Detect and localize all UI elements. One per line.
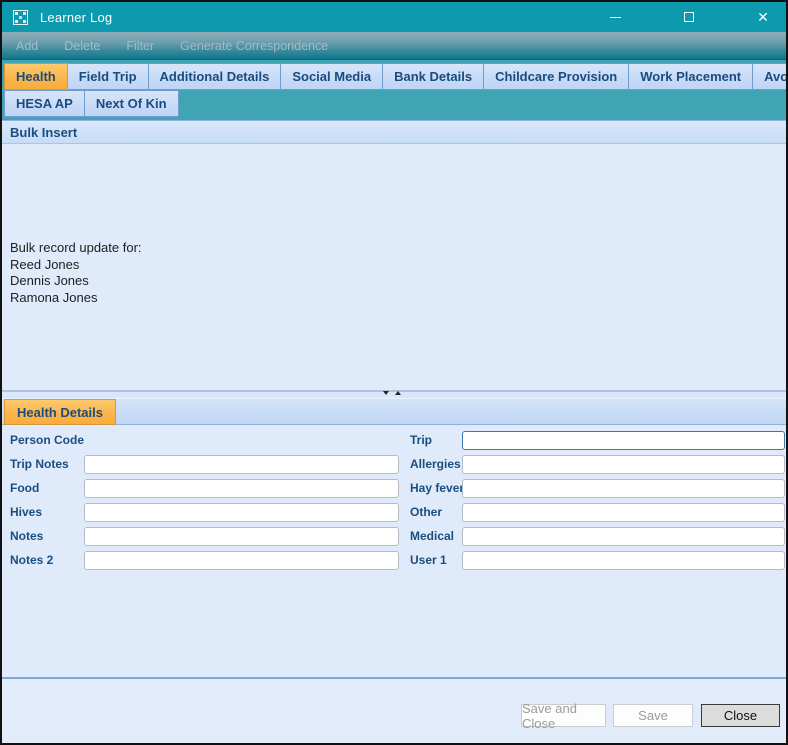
close-icon: ✕	[757, 9, 769, 25]
chevron-up-icon	[395, 391, 401, 395]
save-and-close-button[interactable]: Save and Close	[521, 701, 606, 731]
hives-label: Hives	[10, 505, 43, 519]
menu-toolbar: Add Delete Filter Generate Correspondenc…	[2, 32, 786, 60]
bulk-record-update-text: Bulk record update for:	[10, 240, 142, 255]
form-row: Person Code Trip	[2, 431, 786, 450]
user-1-input[interactable]	[462, 551, 785, 570]
trip-notes-label: Trip Notes	[10, 457, 69, 471]
panel-splitter[interactable]	[2, 390, 786, 398]
splitter-collapse-icons[interactable]	[383, 391, 401, 395]
bulk-insert-header: Bulk Insert	[2, 121, 786, 144]
other-label: Other	[410, 505, 443, 519]
tab-row-1: Health Field Trip Additional Details Soc…	[4, 63, 786, 90]
menu-item-delete[interactable]: Delete	[64, 39, 100, 53]
medical-label: Medical	[410, 529, 455, 543]
menu-item-filter[interactable]: Filter	[126, 39, 154, 53]
other-input[interactable]	[462, 503, 785, 522]
notes-label: Notes	[10, 529, 44, 543]
tab-hesa-ap[interactable]: HESA AP	[4, 90, 85, 117]
hay-fever-input[interactable]	[462, 479, 785, 498]
bulk-learner-name: Reed Jones	[10, 256, 80, 272]
allergies-label: Allergies	[410, 457, 461, 471]
tab-next-of-kin[interactable]: Next Of Kin	[84, 90, 179, 117]
allergies-input[interactable]	[462, 455, 785, 474]
close-dialog-button[interactable]: Close	[701, 704, 780, 727]
app-icon	[13, 9, 28, 25]
form-row: Notes Medical	[2, 527, 786, 546]
trip-label: Trip	[410, 433, 433, 447]
minimize-icon	[609, 16, 621, 18]
save-button[interactable]: Save	[613, 704, 693, 727]
trip-notes-input[interactable]	[84, 455, 399, 474]
tab-field-trip[interactable]: Field Trip	[67, 63, 149, 90]
notes-input[interactable]	[84, 527, 399, 546]
tab-avocation[interactable]: Avocation	[753, 63, 786, 90]
notes-2-label: Notes 2	[10, 553, 54, 567]
food-input[interactable]	[84, 479, 399, 498]
tab-additional-details[interactable]: Additional Details	[148, 63, 282, 90]
health-details-form: Person Code Trip Trip Notes Allergies Fo…	[2, 425, 786, 677]
tab-strip: Health Field Trip Additional Details Soc…	[2, 60, 786, 120]
window-controls: ✕	[564, 2, 786, 32]
medical-input[interactable]	[462, 527, 785, 546]
footer-bar: Save and Close Save Close	[2, 679, 786, 743]
maximize-button[interactable]	[666, 2, 712, 32]
tab-childcare-provision[interactable]: Childcare Provision	[484, 63, 630, 90]
tab-social-media[interactable]: Social Media	[281, 63, 384, 90]
person-code-label: Person Code	[10, 433, 85, 447]
chevron-down-icon	[383, 391, 389, 395]
notes-2-input[interactable]	[84, 551, 399, 570]
close-button[interactable]: ✕	[740, 2, 786, 32]
tab-health[interactable]: Health	[4, 63, 68, 90]
user-1-label: User 1	[410, 553, 447, 567]
bulk-learner-name: Ramona Jones	[10, 289, 98, 305]
food-label: Food	[10, 481, 40, 495]
tab-work-placement[interactable]: Work Placement	[629, 63, 754, 90]
minimize-button[interactable]	[592, 2, 638, 32]
window-title: Learner Log	[40, 9, 113, 25]
trip-input[interactable]	[462, 431, 785, 450]
tab-bank-details[interactable]: Bank Details	[383, 63, 485, 90]
bulk-insert-content: Bulk record update for: Reed Jones Denni…	[2, 144, 786, 306]
form-row: Notes 2 User 1	[2, 551, 786, 570]
hives-input[interactable]	[84, 503, 399, 522]
tab-row-2: HESA AP Next Of Kin	[4, 90, 179, 117]
form-row: Food Hay fever	[2, 479, 786, 498]
menu-item-generate-correspondence[interactable]: Generate Correspondence	[180, 39, 328, 53]
form-row: Hives Other	[2, 503, 786, 522]
bulk-learner-name: Dennis Jones	[10, 273, 89, 288]
learner-log-window: Learner Log ✕ Add Delete Filter Generate…	[0, 0, 788, 745]
form-row: Trip Notes Allergies	[2, 455, 786, 474]
title-bar: Learner Log ✕	[2, 2, 786, 32]
hay-fever-label: Hay fever	[410, 481, 465, 495]
details-tab-strip: Health Details	[2, 398, 786, 425]
tab-health-details[interactable]: Health Details	[4, 399, 116, 425]
bulk-insert-panel: Bulk Insert Bulk record update for: Reed…	[2, 120, 786, 390]
maximize-icon	[684, 12, 694, 22]
menu-item-add[interactable]: Add	[16, 39, 38, 53]
